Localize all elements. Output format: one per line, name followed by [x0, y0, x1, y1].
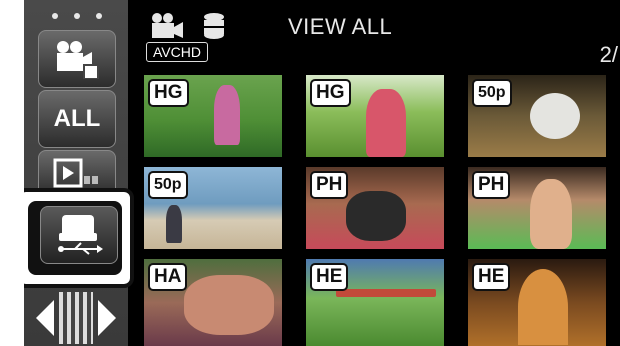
left-arrow-icon: [36, 300, 54, 336]
format-label: AVCHD: [146, 42, 208, 62]
scene-figure: [530, 179, 572, 249]
playback-screen: ALL AVCHD VIEW ALL 2/ HG HG 50p 50p PH P…: [24, 0, 620, 346]
header-bar: AVCHD VIEW ALL 2/: [128, 0, 620, 70]
right-arrow-icon: [98, 300, 116, 336]
page-scroll-track[interactable]: [59, 292, 93, 344]
thumbnail[interactable]: HE: [468, 259, 606, 346]
scene-figure: [166, 205, 182, 243]
scene-figure: [366, 89, 406, 157]
database-icon: [202, 12, 226, 45]
thumbnail[interactable]: HE: [306, 259, 444, 346]
quality-badge: HE: [472, 263, 511, 291]
all-button[interactable]: ALL: [38, 90, 116, 148]
play-mode-icon: [53, 158, 98, 188]
quality-badge: PH: [472, 171, 511, 199]
quality-badge: PH: [310, 171, 349, 199]
movie-mode-button[interactable]: [38, 30, 116, 88]
thumbnail[interactable]: HG: [144, 75, 282, 157]
scene-figure: [336, 289, 436, 297]
thumbnail[interactable]: PH: [306, 167, 444, 249]
page-nav: [30, 290, 122, 346]
menu-dots[interactable]: [52, 10, 102, 22]
movie-camera-icon: [57, 41, 99, 79]
prev-page-button[interactable]: [30, 292, 58, 344]
copy-button[interactable]: [40, 206, 118, 264]
quality-badge: HA: [148, 263, 188, 291]
next-page-button[interactable]: [94, 292, 122, 344]
quality-badge: HG: [148, 79, 189, 107]
quality-badge: 50p: [472, 79, 512, 107]
thumbnail[interactable]: 50p: [468, 75, 606, 157]
quality-badge: 50p: [148, 171, 188, 199]
view-title: VIEW ALL: [288, 14, 393, 39]
thumbnail[interactable]: HG: [306, 75, 444, 157]
page-indicator: 2/: [599, 42, 618, 67]
dot-icon: [74, 13, 80, 19]
dot-icon: [52, 13, 58, 19]
thumbnail[interactable]: PH: [468, 167, 606, 249]
copy-drive-usb-icon: [58, 215, 103, 255]
sidebar: ALL: [24, 0, 134, 346]
scene-figure: [184, 275, 274, 335]
thumbnail[interactable]: HA: [144, 259, 282, 346]
scene-figure: [214, 85, 240, 145]
scene-figure: [518, 269, 568, 345]
quality-badge: HE: [310, 263, 349, 291]
scene-figure: [346, 191, 406, 241]
dot-icon: [96, 13, 102, 19]
thumbnail[interactable]: 50p: [144, 167, 282, 249]
quality-badge: HG: [310, 79, 351, 107]
scene-figure: [530, 93, 580, 139]
movie-camera-icon: [150, 12, 186, 45]
